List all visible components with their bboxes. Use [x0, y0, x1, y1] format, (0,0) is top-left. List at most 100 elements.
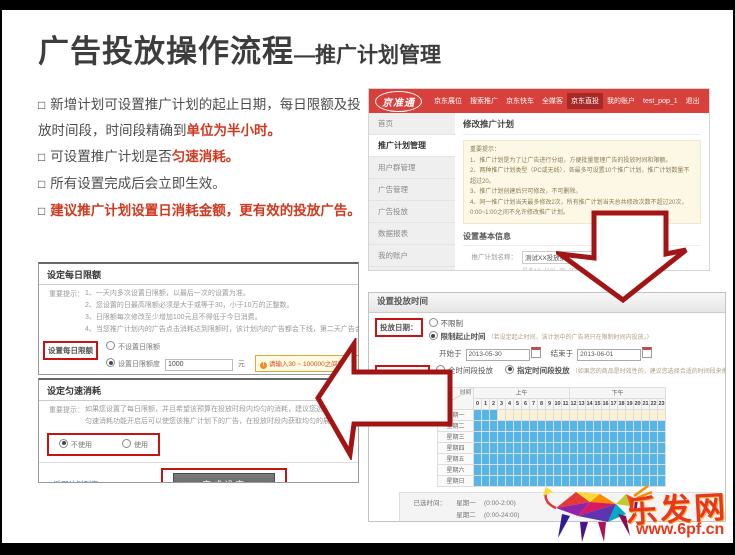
schedule-cell[interactable]: [505, 430, 514, 443]
schedule-cell[interactable]: [505, 474, 514, 487]
schedule-cell[interactable]: [569, 408, 578, 421]
schedule-cell[interactable]: [577, 419, 586, 432]
schedule-cell[interactable]: [521, 452, 530, 465]
schedule-cell[interactable]: [505, 441, 514, 454]
schedule-cell[interactable]: [657, 463, 666, 476]
schedule-cell[interactable]: [569, 452, 578, 465]
sidebar-item-推广计划管理[interactable]: 推广计划管理: [369, 135, 455, 157]
schedule-cell[interactable]: [545, 419, 554, 432]
schedule-cell[interactable]: [489, 463, 498, 476]
schedule-cell[interactable]: [625, 441, 634, 454]
nav-item-退出[interactable]: 退出: [682, 93, 704, 109]
schedule-cell[interactable]: [537, 452, 546, 465]
schedule-cell[interactable]: [577, 441, 586, 454]
schedule-cell[interactable]: [641, 408, 650, 421]
schedule-cell[interactable]: [489, 408, 498, 421]
limit-amount-input[interactable]: [164, 358, 233, 371]
start-date-input[interactable]: [465, 348, 530, 361]
schedule-cell[interactable]: [473, 452, 482, 465]
schedule-cell[interactable]: [601, 441, 610, 454]
schedule-cell[interactable]: [633, 463, 642, 476]
schedule-cell[interactable]: [497, 474, 506, 487]
schedule-cell[interactable]: [657, 408, 666, 421]
schedule-cell[interactable]: [585, 452, 594, 465]
schedule-cell[interactable]: [577, 408, 586, 421]
schedule-cell[interactable]: [585, 419, 594, 432]
schedule-cell[interactable]: [657, 441, 666, 454]
schedule-cell[interactable]: [521, 408, 530, 421]
schedule-cell[interactable]: [505, 463, 514, 476]
schedule-cell[interactable]: [481, 474, 490, 487]
schedule-cell[interactable]: [593, 430, 602, 443]
schedule-cell[interactable]: [553, 463, 562, 476]
schedule-cell[interactable]: [489, 441, 498, 454]
end-date-input[interactable]: [577, 348, 642, 361]
schedule-cell[interactable]: [593, 452, 602, 465]
schedule-cell[interactable]: [561, 441, 570, 454]
schedule-cell[interactable]: [601, 452, 610, 465]
schedule-cell[interactable]: [617, 463, 626, 476]
schedule-cell[interactable]: [497, 463, 506, 476]
schedule-cell[interactable]: [657, 419, 666, 432]
schedule-cell[interactable]: [481, 419, 490, 432]
schedule-cell[interactable]: [497, 408, 506, 421]
schedule-cell[interactable]: [537, 408, 546, 421]
schedule-cell[interactable]: [569, 419, 578, 432]
schedule-cell[interactable]: [617, 419, 626, 432]
schedule-cell[interactable]: [481, 441, 490, 454]
schedule-cell[interactable]: [513, 408, 522, 421]
schedule-cell[interactable]: [649, 408, 658, 421]
schedule-cell[interactable]: [481, 452, 490, 465]
schedule-cell[interactable]: [601, 419, 610, 432]
schedule-cell[interactable]: [505, 452, 514, 465]
sidebar-item-竞价实况[interactable]: 竞价实况NEW: [369, 267, 455, 270]
schedule-cell[interactable]: [553, 430, 562, 443]
schedule-cell[interactable]: [537, 463, 546, 476]
schedule-cell[interactable]: [521, 463, 530, 476]
schedule-cell[interactable]: [641, 430, 650, 443]
schedule-cell[interactable]: [553, 408, 562, 421]
schedule-cell[interactable]: [649, 419, 658, 432]
schedule-cell[interactable]: [569, 441, 578, 454]
schedule-cell[interactable]: [609, 430, 618, 443]
schedule-cell[interactable]: [513, 463, 522, 476]
schedule-cell[interactable]: [617, 430, 626, 443]
schedule-cell[interactable]: [481, 408, 490, 421]
schedule-cell[interactable]: [609, 463, 618, 476]
schedule-cell[interactable]: [625, 430, 634, 443]
schedule-cell[interactable]: [545, 463, 554, 476]
schedule-cell[interactable]: [473, 430, 482, 443]
radio-icon[interactable]: [106, 341, 115, 351]
sidebar-item-我的账户[interactable]: 我的账户: [369, 245, 455, 267]
schedule-cell[interactable]: [577, 452, 586, 465]
radio-icon[interactable]: [122, 438, 131, 448]
calendar-icon[interactable]: [530, 347, 541, 358]
schedule-cell[interactable]: [553, 441, 562, 454]
finish-setting-button[interactable]: 完成设定: [173, 472, 276, 482]
schedule-cell[interactable]: [561, 452, 570, 465]
schedule-cell[interactable]: [593, 463, 602, 476]
schedule-cell[interactable]: [553, 419, 562, 432]
sidebar-item-用户群管理[interactable]: 用户群管理: [369, 157, 455, 179]
nav-item-全媒客[interactable]: 全媒客: [538, 93, 567, 109]
schedule-cell[interactable]: [489, 474, 498, 487]
nav-item-京东展位[interactable]: 京东展位: [430, 93, 466, 109]
schedule-cell[interactable]: [473, 474, 482, 487]
schedule-cell[interactable]: [473, 408, 482, 421]
radio-icon[interactable]: [106, 358, 115, 368]
daily-option-specified[interactable]: 指定时间段投放: [505, 364, 570, 375]
sidebar-item-首页[interactable]: 首页: [369, 113, 455, 135]
schedule-cell[interactable]: [633, 419, 642, 432]
schedule-cell[interactable]: [625, 419, 634, 432]
schedule-cell[interactable]: [473, 463, 482, 476]
schedule-cell[interactable]: [641, 419, 650, 432]
schedule-cell[interactable]: [529, 452, 538, 465]
pacing-option-no[interactable]: 不使用: [59, 438, 92, 450]
schedule-cell[interactable]: [513, 452, 522, 465]
schedule-cell[interactable]: [617, 408, 626, 421]
radio-icon[interactable]: [59, 438, 68, 448]
schedule-cell[interactable]: [593, 441, 602, 454]
schedule-cell[interactable]: [561, 408, 570, 421]
schedule-cell[interactable]: [633, 452, 642, 465]
schedule-cell[interactable]: [521, 474, 530, 487]
